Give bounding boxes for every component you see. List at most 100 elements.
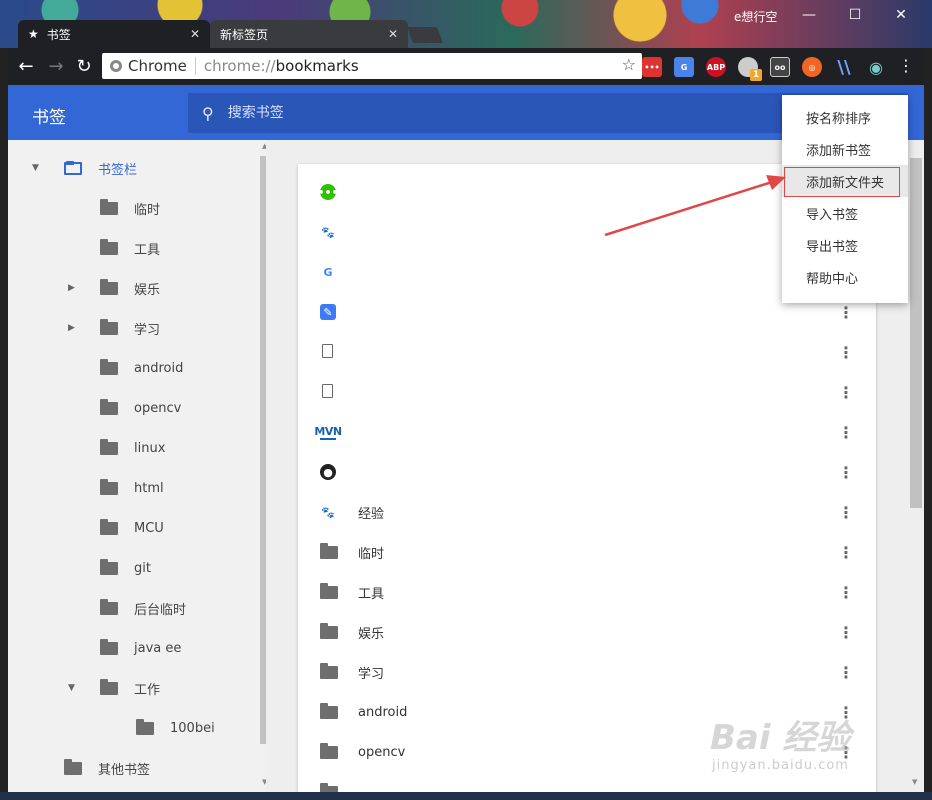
tree-item-label: 临时 [134,202,161,218]
tree-item[interactable]: linux [100,428,165,468]
tree-item[interactable]: 临时 [100,188,160,228]
list-item-label: 临时 [358,546,385,562]
tree-item[interactable]: 工具 [100,228,160,268]
tree-item[interactable]: git [100,548,151,588]
extension-dots-icon[interactable]: ••• [642,57,662,77]
tree-item-label: MCU [134,520,164,536]
list-item[interactable]: ⋮ [298,372,876,412]
browser-toolbar: ← → ↻ Chrome chrome:// bookmarks ☆ ••• G… [8,48,924,85]
back-arrow-icon[interactable]: ← [12,52,40,80]
tree-item-label: android [134,360,184,376]
tree-item-label: 后台临时 [134,602,187,618]
extension-slash-icon[interactable]: \\ [834,57,854,78]
maximize-button[interactable]: ☐ [832,0,878,30]
tree-item-bookmarks-bar[interactable]: ▼ 书签栏 [32,148,137,188]
expand-arrow-icon[interactable]: ▶ [68,283,75,293]
list-item[interactable]: ● ⋮ [298,452,876,492]
omnibox-site: Chrome [122,57,196,75]
more-options-icon[interactable]: ⋮ [838,623,854,642]
folder-icon [100,398,118,415]
chrome-menu-icon[interactable]: ⋮ [898,56,914,75]
menu-item-add-bookmark[interactable]: 添加新书签 [782,133,908,165]
list-item[interactable]: MVN ⋮ [298,412,876,452]
page-icon [322,384,333,398]
list-scrollbar-thumb[interactable] [910,158,922,508]
reload-icon[interactable]: ↻ [70,52,98,80]
tree-item[interactable]: ▼ 工作 [68,668,160,708]
scroll-down-arrow-icon[interactable]: ▼ [912,778,917,786]
folder-icon [100,358,118,375]
list-item-label: 娱乐 [358,626,385,642]
extension-badge: 1 [750,69,762,81]
list-item[interactable]: 🐾 经验 ⋮ [298,492,876,532]
tree-item-label: 其他书签 [98,762,151,778]
tree-item[interactable]: MCU [100,508,164,548]
tab-title: 书签 [46,27,71,42]
tab-new-tab[interactable]: 新标签页 ✕ [210,20,408,48]
omnibox-protocol: chrome:// [203,57,276,75]
tree-item[interactable]: ▶ 学习 [68,308,160,348]
more-options-icon[interactable]: ⋮ [838,663,854,682]
more-options-icon[interactable]: ⋮ [838,383,854,402]
close-window-button[interactable]: ✕ [878,0,924,30]
folder-icon [136,718,154,735]
new-tab-button[interactable] [407,27,443,43]
expand-arrow-icon[interactable]: ▶ [68,323,75,333]
list-item[interactable]: 工具 ⋮ [298,572,876,612]
extension-lifebuoy-icon[interactable]: ◎ [802,57,822,77]
folder-icon [100,638,118,655]
extension-globe-icon[interactable]: ◉ [866,57,886,77]
close-tab-icon[interactable]: ✕ [190,27,200,41]
folder-icon [64,758,82,775]
menu-item-import-bookmarks[interactable]: 导入书签 [782,197,908,229]
list-item[interactable]: 学习 ⋮ [298,652,876,692]
more-options-icon[interactable]: ⋮ [838,543,854,562]
collapse-arrow-icon[interactable]: ▼ [68,683,75,693]
tab-bookmarks[interactable]: ★ 书签 ✕ [18,20,210,48]
translate-icon[interactable]: G [674,57,694,77]
minimize-button[interactable]: — [786,0,832,30]
tree-item-label: java ee [134,640,182,656]
list-item[interactable]: 临时 ⋮ [298,532,876,572]
tree-item-label: 娱乐 [134,282,161,298]
more-options-icon[interactable]: ⋮ [838,423,854,442]
tree-item-label: 100bei [170,720,215,736]
more-options-icon[interactable]: ⋮ [838,303,854,322]
more-options-icon[interactable]: ⋮ [838,463,854,482]
address-bar[interactable]: Chrome chrome:// bookmarks ☆ [102,53,642,79]
folder-icon [320,743,338,759]
more-options-icon[interactable]: ⋮ [838,583,854,602]
list-item[interactable]: 娱乐 ⋮ [298,612,876,652]
list-item-label: 经验 [358,506,385,522]
menu-item-help-center[interactable]: 帮助中心 [782,261,908,293]
extension-oo-icon[interactable]: oo [770,57,790,77]
tree-item[interactable]: ▶ 娱乐 [68,268,160,308]
expand-arrow-icon[interactable]: ▼ [32,163,39,173]
search-input[interactable] [227,105,828,121]
folder-icon [100,318,118,335]
more-options-icon[interactable]: ⋮ [838,343,854,362]
tree-item[interactable]: 其他书签 [64,748,150,788]
close-tab-icon[interactable]: ✕ [388,27,398,41]
forward-arrow-icon[interactable]: → [42,52,70,80]
tree-item-label: 书签栏 [98,162,138,178]
tree-item[interactable]: 后台临时 [100,588,186,628]
tree-item[interactable]: opencv [100,388,181,428]
folder-icon [100,598,118,615]
menu-item-sort-by-name[interactable]: 按名称排序 [782,101,908,133]
tree-item[interactable]: 100bei [136,708,215,748]
menu-item-add-folder[interactable]: 添加新文件夹 [782,165,908,197]
folder-open-icon [64,160,82,175]
desktop-edge [0,792,932,800]
folder-icon [320,583,338,599]
bookmark-star-icon[interactable]: ☆ [622,55,636,74]
list-item[interactable]: ⋮ [298,332,876,372]
tree-item[interactable]: java ee [100,628,181,668]
menu-item-export-bookmarks[interactable]: 导出书签 [782,229,908,261]
user-label[interactable]: e想行空 [734,8,777,25]
adblock-icon[interactable]: ABP [706,57,726,77]
more-options-icon[interactable]: ⋮ [838,503,854,522]
tree-item[interactable]: html [100,468,164,508]
tree-item[interactable]: android [100,348,183,388]
extension-disc-icon[interactable]: 1 [738,57,762,81]
